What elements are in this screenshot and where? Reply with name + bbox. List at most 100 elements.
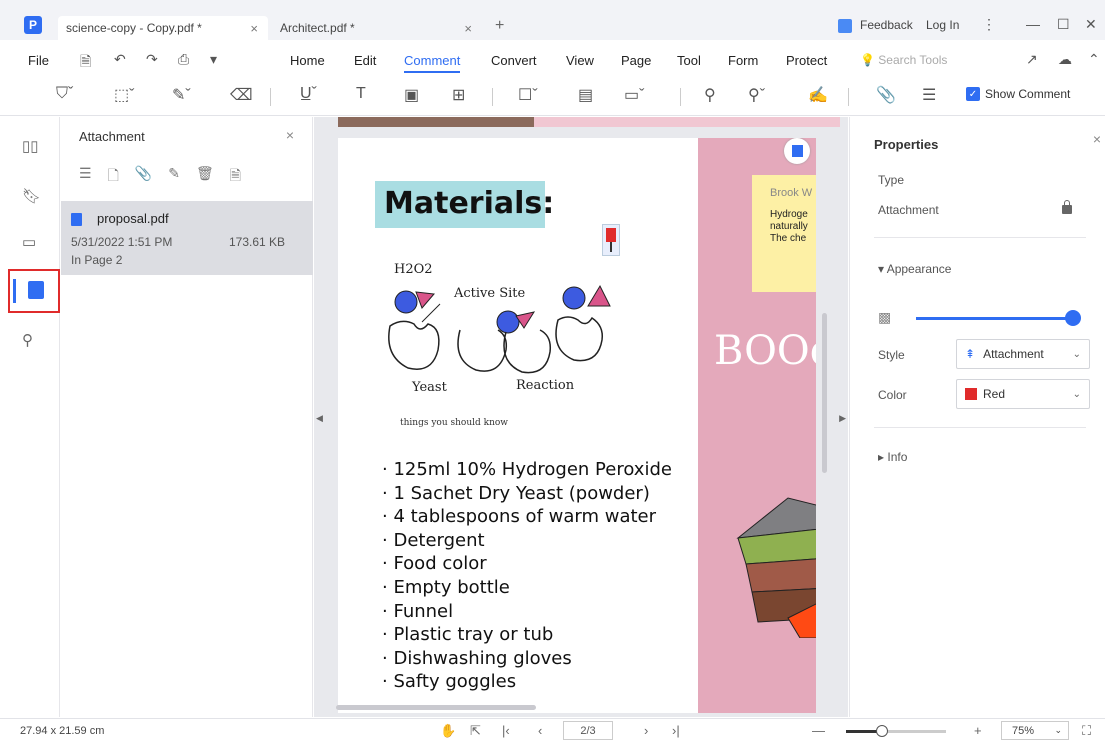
- cloud-upload-icon[interactable]: ☁: [1058, 51, 1072, 68]
- attachment-icon[interactable]: 📎: [876, 85, 896, 105]
- zoom-out-icon[interactable]: —: [812, 723, 825, 738]
- show-comment-checkbox[interactable]: ✓ Show Comment: [966, 87, 1070, 101]
- menu-file[interactable]: File: [28, 53, 49, 68]
- pencil-icon[interactable]: ✎ˇ: [172, 85, 191, 105]
- next-page-icon[interactable]: ›: [644, 723, 648, 738]
- share-icon[interactable]: ↗: [1026, 51, 1038, 68]
- collapse-left-icon[interactable]: ◀: [316, 413, 323, 424]
- hand-tool-icon[interactable]: ✋: [440, 723, 456, 739]
- color-dropdown[interactable]: Red ⌄: [956, 379, 1090, 409]
- menu-tool[interactable]: Tool: [677, 53, 701, 68]
- select-tool-icon[interactable]: ⇱: [470, 723, 481, 739]
- sign-icon[interactable]: ✍: [808, 85, 828, 105]
- new-tab-button[interactable]: +: [495, 17, 504, 35]
- appearance-section[interactable]: ▾ Appearance: [878, 262, 951, 276]
- attachment-list-item[interactable]: proposal.pdf 5/31/2022 1:51 PM 173.61 KB…: [61, 201, 313, 275]
- close-icon[interactable]: ×: [1093, 131, 1101, 147]
- opacity-slider-track[interactable]: [916, 317, 1074, 320]
- thumbnails-icon[interactable]: ▯▯: [22, 137, 39, 155]
- save-icon[interactable]: 🗎: [230, 165, 241, 189]
- customize-icon[interactable]: ▾: [210, 51, 217, 68]
- left-rail: ▯▯ 🔖︎ ▭ ⚲: [0, 117, 60, 717]
- attachment-panel-toggle[interactable]: [8, 269, 60, 313]
- chevron-down-icon: ⌄: [1054, 725, 1062, 735]
- save-icon[interactable]: 🗎: [80, 51, 91, 75]
- menu-home[interactable]: Home: [290, 53, 325, 68]
- list-item: Safty goggles: [382, 670, 672, 694]
- sticky-note[interactable]: Brook W Hydroge naturally The che: [752, 175, 816, 292]
- feedback-link[interactable]: Feedback: [860, 18, 913, 32]
- vertical-scrollbar[interactable]: [822, 313, 827, 473]
- search-tools-input[interactable]: 💡 Search Tools: [860, 53, 947, 67]
- horizontal-scrollbar[interactable]: [336, 705, 536, 710]
- comment-list-icon[interactable]: ☰: [922, 85, 936, 105]
- undo-icon[interactable]: ↶: [114, 51, 126, 68]
- menu-comment[interactable]: Comment: [404, 53, 461, 73]
- separator: [270, 88, 271, 106]
- divider: [874, 427, 1086, 428]
- menu-view[interactable]: View: [566, 53, 594, 68]
- menu-form[interactable]: Form: [728, 53, 758, 68]
- redo-icon[interactable]: ↷: [146, 51, 158, 68]
- print-icon[interactable]: ⎙: [178, 51, 189, 68]
- zoom-slider-handle[interactable]: [876, 725, 888, 737]
- style-dropdown[interactable]: ⇞ Attachment ⌄: [956, 339, 1090, 369]
- attachment-pin-icon[interactable]: [602, 224, 620, 256]
- stamp-icon[interactable]: ⚲: [704, 85, 716, 105]
- first-page-icon[interactable]: |‹: [502, 723, 510, 738]
- comments-icon[interactable]: ▭: [22, 233, 36, 251]
- zoom-dropdown[interactable]: 75% ⌄: [1001, 721, 1069, 740]
- collapse-ribbon-icon[interactable]: ⌃: [1088, 51, 1100, 68]
- measure-icon[interactable]: ▭ˇ: [624, 85, 644, 105]
- underline-icon[interactable]: U̲ˇ: [300, 85, 317, 103]
- area-highlight-icon[interactable]: ⬚ˇ: [114, 85, 134, 105]
- page-number-input[interactable]: 2/3: [563, 721, 613, 740]
- info-section[interactable]: ▸ Info: [878, 450, 907, 464]
- bookmark-icon[interactable]: 🔖︎: [22, 187, 41, 205]
- collapse-right-icon[interactable]: ▶: [839, 413, 846, 424]
- list-item: 125ml 10% Hydrogen Peroxide: [382, 458, 672, 482]
- menu-protect[interactable]: Protect: [786, 53, 827, 68]
- list-menu-icon[interactable]: ☰: [79, 165, 92, 189]
- list-item: Detergent: [382, 529, 672, 553]
- tab-architect[interactable]: Architect.pdf * ×: [272, 16, 482, 40]
- paperclip-icon[interactable]: 📎: [135, 165, 152, 189]
- style-label: Style: [878, 348, 905, 362]
- last-page-icon[interactable]: ›|: [672, 723, 680, 738]
- menu-page[interactable]: Page: [621, 53, 651, 68]
- menu-convert[interactable]: Convert: [491, 53, 537, 68]
- shape-icon[interactable]: ☐ˇ: [518, 85, 538, 105]
- close-icon[interactable]: ×: [464, 21, 472, 36]
- opacity-slider-handle[interactable]: [1065, 310, 1081, 326]
- close-icon[interactable]: ×: [250, 21, 258, 36]
- lock-icon[interactable]: [1062, 200, 1072, 214]
- search-icon[interactable]: ⚲: [22, 331, 33, 349]
- login-link[interactable]: Log In: [926, 18, 959, 32]
- pin-icon: ⇞: [965, 347, 976, 361]
- eraser-icon[interactable]: ⌫: [230, 85, 253, 105]
- signature-icon[interactable]: ⚲ˇ: [748, 85, 765, 105]
- note-icon[interactable]: ▤: [578, 85, 593, 105]
- text-callout-icon[interactable]: ⊞: [452, 85, 465, 105]
- document-viewer[interactable]: ◀ ▶ Materials: H2O2 Active Site Yeast Re…: [314, 117, 848, 717]
- color-swatch: [965, 388, 977, 400]
- textbox-icon[interactable]: ▣: [404, 85, 419, 105]
- feedback-icon[interactable]: [838, 19, 852, 33]
- maximize-button[interactable]: ☐: [1057, 16, 1070, 33]
- highlight-tool-icon[interactable]: ⛉ˇ: [56, 85, 73, 103]
- word-convert-icon[interactable]: [784, 138, 810, 164]
- tab-science-copy[interactable]: science-copy - Copy.pdf * ×: [58, 16, 268, 40]
- zoom-in-icon[interactable]: +: [974, 723, 982, 738]
- fit-page-icon[interactable]: ⛶: [1082, 723, 1091, 739]
- previous-page-icon[interactable]: ‹: [538, 723, 542, 738]
- appearance-label: Appearance: [886, 262, 952, 276]
- add-file-icon[interactable]: 🗋: [108, 165, 119, 189]
- menu-edit[interactable]: Edit: [354, 53, 376, 68]
- text-icon[interactable]: T: [356, 85, 366, 103]
- close-window-button[interactable]: ✕: [1085, 16, 1097, 33]
- more-options-icon[interactable]: ⋮: [982, 16, 996, 33]
- minimize-button[interactable]: —: [1026, 16, 1040, 32]
- delete-icon[interactable]: 🗑: [196, 165, 214, 189]
- edit-icon[interactable]: ✎: [168, 165, 180, 189]
- close-icon[interactable]: ×: [286, 127, 294, 143]
